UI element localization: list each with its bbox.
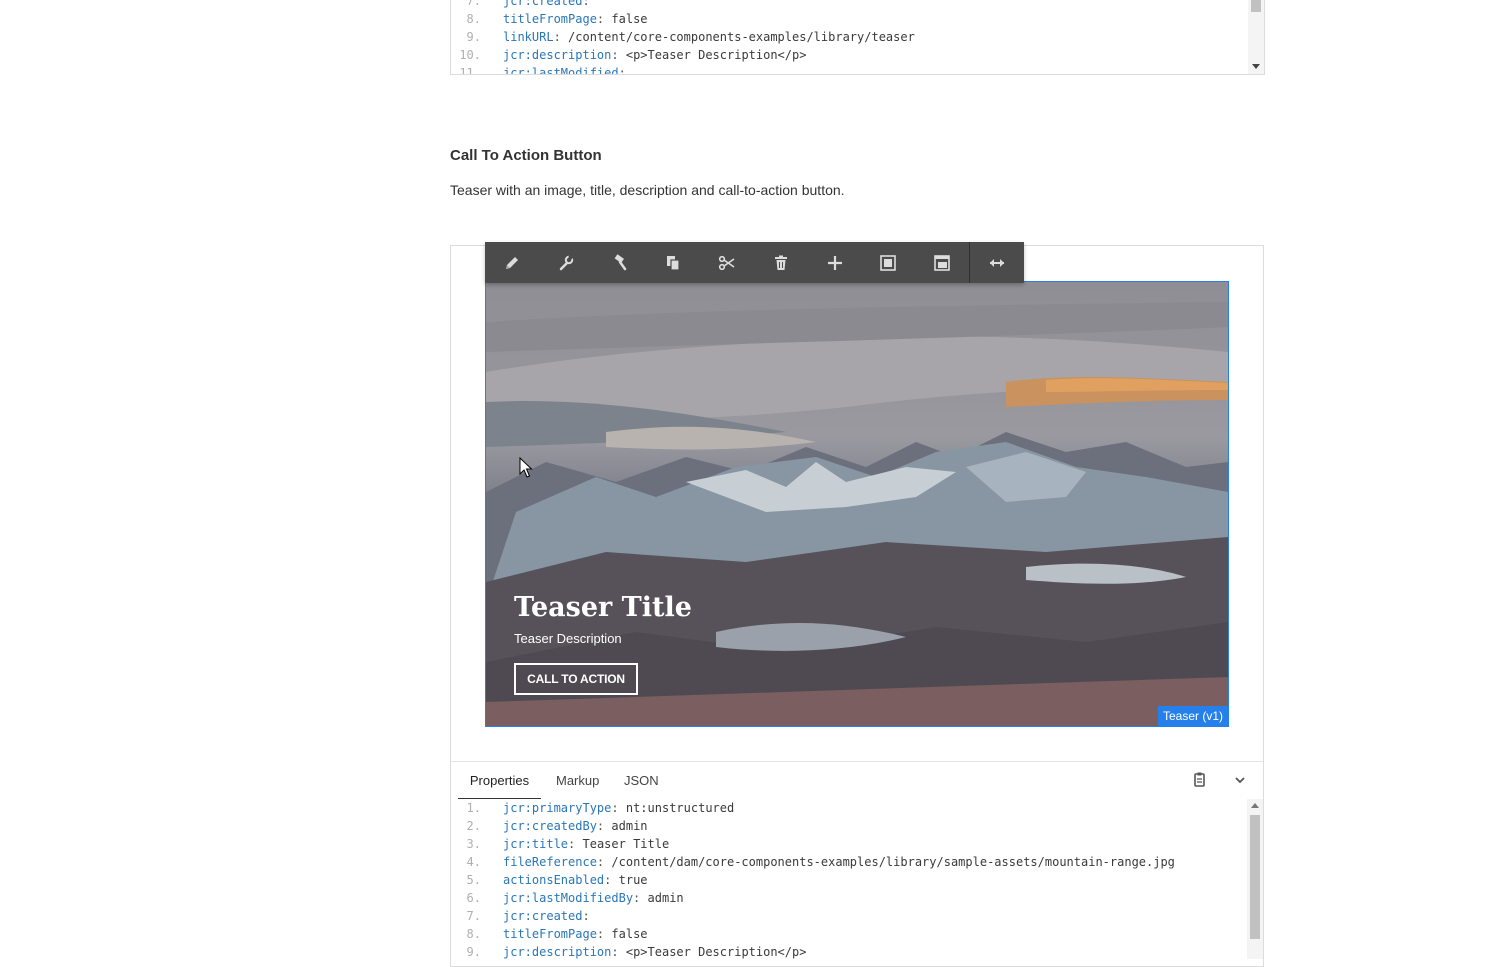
line-number: 11. xyxy=(459,66,481,75)
code-key: linkURL xyxy=(503,30,554,44)
code-lines: 7. jcr:created: 8. titleFromPage: false … xyxy=(451,0,1246,75)
line-number: 10. xyxy=(459,48,481,62)
vertical-scrollbar[interactable] xyxy=(1248,0,1264,74)
code-value: nt:unstructured xyxy=(625,801,735,815)
section-title: Call To Action Button xyxy=(450,147,602,164)
line-number: 5. xyxy=(466,873,481,887)
pencil-icon xyxy=(505,256,518,269)
line-number: 3. xyxy=(466,837,481,851)
code-line: 6. jcr:lastModifiedBy: admin xyxy=(451,889,1245,907)
code-key: jcr:lastModifiedBy xyxy=(503,891,634,905)
code-line: 8. titleFromPage: false xyxy=(451,925,1245,943)
code-key: jcr:primaryType xyxy=(503,801,612,815)
copy-to-clipboard-icon[interactable] xyxy=(1191,771,1209,789)
hammer-icon xyxy=(615,253,627,270)
line-number: 7. xyxy=(466,909,481,923)
code-lines: 1. jcr:primaryType: nt:unstructured 2. j… xyxy=(451,799,1245,959)
line-number: 6. xyxy=(466,891,481,905)
wrench-icon xyxy=(559,253,574,270)
plus-icon xyxy=(827,255,842,270)
code-value: false xyxy=(611,927,648,941)
code-key: jcr:lastModified xyxy=(503,66,619,75)
section-description: Teaser with an image, title, description… xyxy=(450,182,845,198)
line-number: 8. xyxy=(466,12,481,26)
teaser-component[interactable]: Teaser Title Teaser Description CALL TO … xyxy=(485,281,1229,727)
component-edit-toolbar xyxy=(485,242,1024,283)
scroll-up-arrow-icon[interactable] xyxy=(1251,803,1259,808)
line-number: 9. xyxy=(466,30,481,44)
group-icon xyxy=(880,254,897,271)
line-number: 8. xyxy=(466,927,481,941)
line-number: 1. xyxy=(466,801,481,815)
code-key: jcr:created xyxy=(503,0,583,8)
code-key: titleFromPage xyxy=(503,927,597,941)
tab-markup[interactable]: Markup xyxy=(556,762,599,798)
code-line: 4. fileReference: /content/dam/core-comp… xyxy=(451,853,1245,871)
scrollbar-thumb[interactable] xyxy=(1251,0,1261,12)
parent-icon xyxy=(934,254,951,271)
code-line: 8. titleFromPage: false xyxy=(451,10,1246,28)
teaser-title: Teaser Title xyxy=(514,592,692,623)
code-key: actionsEnabled xyxy=(503,873,605,887)
policy-button[interactable] xyxy=(593,242,647,283)
code-value: admin xyxy=(611,819,648,833)
code-line: 10. jcr:description: <p>Teaser Descripti… xyxy=(451,46,1246,64)
line-number: 9. xyxy=(466,945,481,959)
code-key: jcr:created xyxy=(503,909,583,923)
properties-code-panel-top[interactable]: 7. jcr:created: 8. titleFromPage: false … xyxy=(450,0,1265,75)
parent-button[interactable] xyxy=(915,242,969,283)
code-value: false xyxy=(611,12,648,26)
code-value: true xyxy=(618,873,648,887)
mouse-cursor-icon xyxy=(519,457,533,478)
code-value: Teaser Title xyxy=(582,837,670,851)
code-line: 11. jcr:lastModified: xyxy=(451,64,1246,75)
copy-icon xyxy=(667,255,680,271)
code-value: /content/dam/core-components-examples/li… xyxy=(611,855,1175,869)
configure-button[interactable] xyxy=(539,242,593,283)
scrollbar-thumb[interactable] xyxy=(1250,815,1260,939)
chevron-down-icon[interactable] xyxy=(1231,771,1249,789)
code-key: titleFromPage xyxy=(503,12,597,26)
trash-icon xyxy=(774,255,787,270)
line-number: 4. xyxy=(466,855,481,869)
cut-button[interactable] xyxy=(700,242,754,283)
code-value: /content/core-components-examples/librar… xyxy=(568,30,915,44)
group-button[interactable] xyxy=(862,242,916,283)
copy-button[interactable] xyxy=(646,242,700,283)
code-line: 5. actionsEnabled: true xyxy=(451,871,1245,889)
call-to-action-button[interactable]: CALL TO ACTION xyxy=(514,663,638,695)
scroll-down-arrow-icon[interactable] xyxy=(1252,64,1260,69)
code-key: jcr:description xyxy=(503,945,612,959)
code-value: <p>Teaser Description</p> xyxy=(625,48,807,62)
mountain-range-image xyxy=(486,282,1228,726)
vertical-scrollbar[interactable] xyxy=(1247,799,1263,959)
layout-icon xyxy=(990,258,1005,267)
code-line: 9. linkURL: /content/core-components-exa… xyxy=(451,28,1246,46)
tab-json[interactable]: JSON xyxy=(624,762,659,798)
delete-button[interactable] xyxy=(754,242,808,283)
code-line: 3. jcr:title: Teaser Title xyxy=(451,835,1245,853)
code-line: 7. jcr:created: xyxy=(451,0,1246,10)
insert-button[interactable] xyxy=(808,242,862,283)
code-value: admin xyxy=(647,891,684,905)
code-key: jcr:title xyxy=(503,837,569,851)
code-line: 7. jcr:created: xyxy=(451,907,1245,925)
component-badge: Teaser (v1) xyxy=(1157,706,1228,726)
scissors-icon xyxy=(718,255,735,270)
code-value: <p>Teaser Description</p> xyxy=(625,945,807,959)
line-number: 7. xyxy=(466,0,481,8)
teaser-description: Teaser Description xyxy=(514,631,622,646)
code-key: jcr:description xyxy=(503,48,612,62)
code-line: 9. jcr:description: <p>Teaser Descriptio… xyxy=(451,943,1245,959)
code-key: fileReference xyxy=(503,855,597,869)
code-tabs-bar: Properties Markup JSON xyxy=(451,761,1263,800)
tab-properties[interactable]: Properties xyxy=(458,762,541,800)
layout-button[interactable] xyxy=(970,242,1024,283)
code-key: jcr:createdBy xyxy=(503,819,597,833)
code-line: 2. jcr:createdBy: admin xyxy=(451,817,1245,835)
edit-button[interactable] xyxy=(485,242,539,283)
properties-code-panel[interactable]: 1. jcr:primaryType: nt:unstructured 2. j… xyxy=(451,799,1263,959)
line-number: 2. xyxy=(466,819,481,833)
code-line: 1. jcr:primaryType: nt:unstructured xyxy=(451,799,1245,817)
